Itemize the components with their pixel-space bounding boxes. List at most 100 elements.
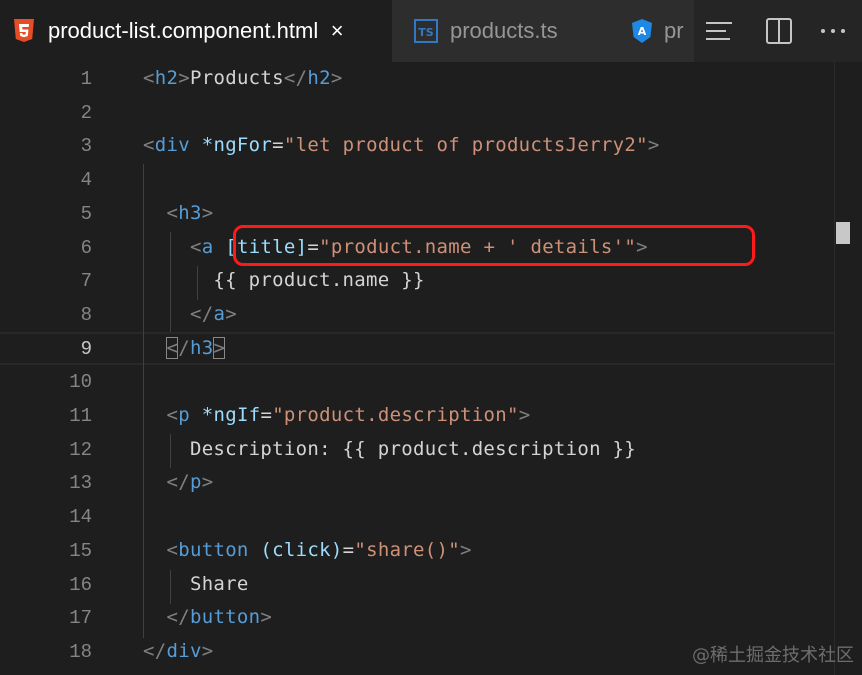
code-line[interactable]: 14 bbox=[0, 500, 834, 534]
tab-product-list-component-html[interactable]: product-list.component.html × bbox=[0, 0, 392, 62]
code-line[interactable]: 2 bbox=[0, 96, 834, 130]
vertical-scrollbar[interactable] bbox=[834, 62, 862, 675]
code-token: > bbox=[518, 404, 531, 426]
code-token: div bbox=[166, 639, 202, 662]
code-token: button bbox=[178, 538, 249, 561]
line-number: 17 bbox=[69, 607, 92, 630]
code-token: > bbox=[201, 201, 214, 224]
code-token: a bbox=[201, 235, 214, 258]
line-number: 8 bbox=[80, 303, 92, 326]
code-line[interactable]: 11 <p *ngIf="product.description"> bbox=[0, 399, 834, 433]
code-token: > bbox=[260, 606, 273, 629]
code-line[interactable]: 4 bbox=[0, 163, 834, 197]
tab-angular-file[interactable]: A pr bbox=[614, 0, 694, 62]
code-text: </div> bbox=[143, 640, 213, 662]
code-token: < bbox=[166, 538, 179, 561]
code-token: > bbox=[330, 67, 343, 89]
line-number: 4 bbox=[80, 169, 92, 192]
code-line[interactable]: 10 bbox=[0, 365, 834, 399]
code-token: > bbox=[201, 639, 214, 662]
code-editor[interactable]: 1 <h2>Products</h2> 2 3 <div *ngFor="let pro… bbox=[0, 62, 862, 675]
line-number: 16 bbox=[69, 573, 92, 596]
code-text: Description: {{ product.description }} bbox=[143, 438, 636, 460]
code-line[interactable]: 13 </p> bbox=[0, 466, 834, 500]
code-text: Share bbox=[143, 573, 249, 595]
code-line[interactable]: 7 {{ product.name }} bbox=[0, 264, 834, 298]
scrollbar-thumb[interactable] bbox=[836, 222, 850, 244]
code-text: </h3> bbox=[143, 336, 226, 359]
code-text: </a> bbox=[143, 303, 237, 325]
code-token: = bbox=[272, 134, 284, 157]
code-token: h3 bbox=[189, 336, 214, 359]
line-number: 14 bbox=[69, 506, 92, 529]
line-number: 6 bbox=[80, 236, 92, 259]
html5-icon bbox=[14, 19, 34, 42]
more-actions-icon[interactable] bbox=[818, 16, 848, 46]
split-editor-icon[interactable] bbox=[764, 16, 794, 46]
code-token: *ngIf bbox=[201, 404, 261, 426]
code-line[interactable]: 12 Description: {{ product.description }… bbox=[0, 433, 834, 467]
code-token: Description: {{ product.description }} bbox=[143, 437, 637, 460]
code-token: *ngFor bbox=[201, 134, 273, 157]
code-line[interactable]: 17 </button> bbox=[0, 601, 834, 635]
code-token: </ bbox=[166, 606, 190, 629]
line-number: 13 bbox=[69, 472, 92, 495]
code-line[interactable]: 8 </a> bbox=[0, 298, 834, 332]
tab-products-ts[interactable]: TS products.ts bbox=[392, 0, 614, 62]
close-tab-icon[interactable]: × bbox=[326, 18, 348, 44]
code-token: > bbox=[647, 134, 660, 157]
code-token: < bbox=[143, 134, 155, 157]
code-line[interactable]: 16 Share bbox=[0, 568, 834, 602]
code-token: > bbox=[178, 67, 190, 89]
code-token: h2 bbox=[307, 67, 331, 89]
editor-tab-bar: product-list.component.html × TS product… bbox=[0, 0, 862, 62]
outline-icon[interactable] bbox=[704, 16, 734, 46]
watermark: @稀土掘金技术社区 bbox=[692, 645, 854, 666]
line-number: 1 bbox=[80, 68, 92, 90]
code-line[interactable]: 15 <button (click)="share()"> bbox=[0, 534, 834, 568]
code-token: p bbox=[189, 471, 202, 494]
code-line[interactable]: 1 <h2>Products</h2> bbox=[0, 62, 834, 96]
angular-icon: A bbox=[632, 19, 652, 43]
svg-text:A: A bbox=[638, 25, 647, 38]
code-text: <p *ngIf="product.description"> bbox=[143, 404, 530, 426]
code-token: </ bbox=[143, 639, 167, 662]
tab-label: products.ts bbox=[450, 18, 558, 43]
code-line[interactable]: 3 <div *ngFor="let product of productsJer… bbox=[0, 129, 834, 163]
code-token: Products bbox=[189, 67, 284, 89]
line-number: 18 bbox=[69, 640, 92, 663]
code-text: <button (click)="share()"> bbox=[143, 539, 472, 561]
editor-actions bbox=[694, 0, 862, 62]
code-token: </ bbox=[166, 471, 190, 494]
code-token: "share()" bbox=[354, 538, 461, 561]
code-token: h3 bbox=[178, 201, 202, 224]
code-text: <h3> bbox=[143, 202, 213, 224]
code-token: = bbox=[260, 404, 273, 426]
typescript-icon: TS bbox=[414, 19, 438, 43]
code-token: > bbox=[201, 471, 214, 494]
code-token: a bbox=[213, 302, 226, 325]
code-token: > bbox=[225, 302, 237, 325]
code-line[interactable]: 9 </h3> bbox=[0, 332, 834, 366]
code-token: < bbox=[166, 404, 179, 426]
code-token: </ bbox=[189, 302, 214, 325]
code-token: < bbox=[189, 235, 202, 258]
code-token: = bbox=[342, 538, 355, 561]
code-token: "product.description" bbox=[272, 404, 519, 426]
code-text: </p> bbox=[143, 471, 213, 493]
line-number: 9 bbox=[80, 337, 92, 360]
line-number: 11 bbox=[69, 405, 92, 427]
line-number: 12 bbox=[69, 438, 92, 461]
code-token: < bbox=[143, 67, 155, 89]
